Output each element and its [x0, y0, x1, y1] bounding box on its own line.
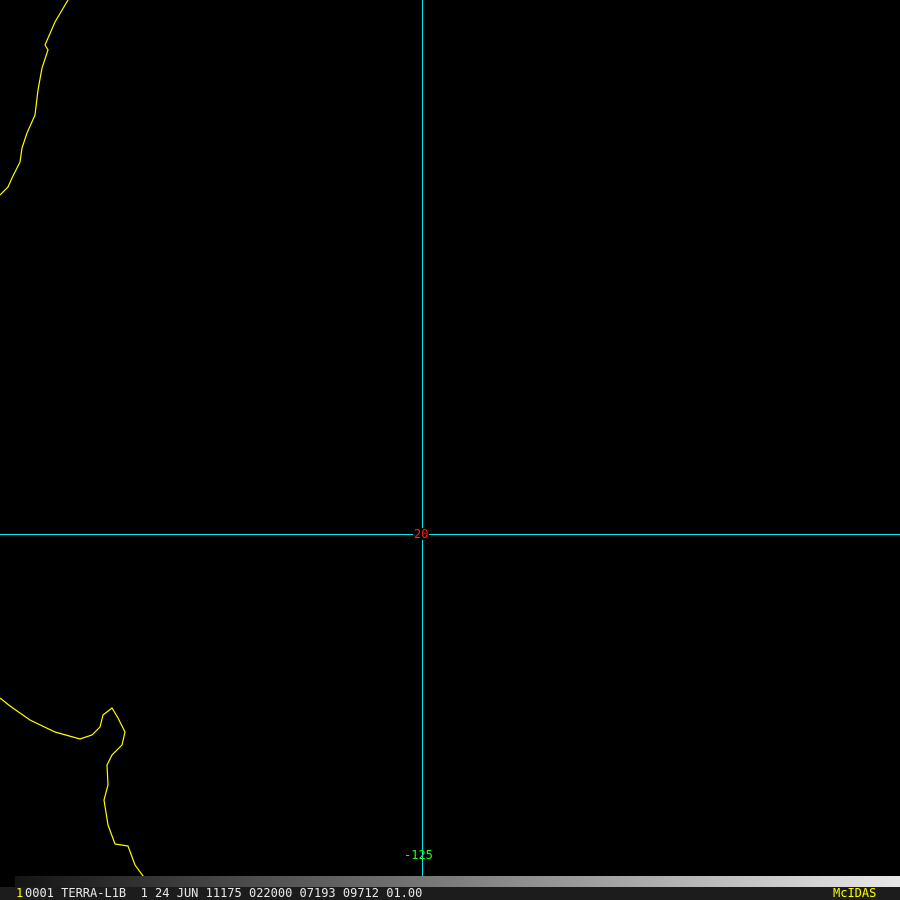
frame-number: 1: [16, 886, 24, 900]
map-display: 20 -125 1 0001 TERRA-L1B 1 24 JUN 11175 0…: [0, 0, 900, 900]
mcidas-logo: McIDAS: [833, 886, 877, 900]
map-overlay: [0, 0, 900, 900]
latitude-label: 20: [413, 527, 430, 541]
coastline-south: [0, 697, 147, 891]
image-info: 0001 TERRA-L1B 1 24 JUN 11175 022000 071…: [25, 886, 423, 900]
status-bar: 1 0001 TERRA-L1B 1 24 JUN 11175 022000 07…: [0, 887, 900, 900]
longitude-label: -125: [404, 848, 433, 862]
coastline-north: [0, 0, 69, 196]
